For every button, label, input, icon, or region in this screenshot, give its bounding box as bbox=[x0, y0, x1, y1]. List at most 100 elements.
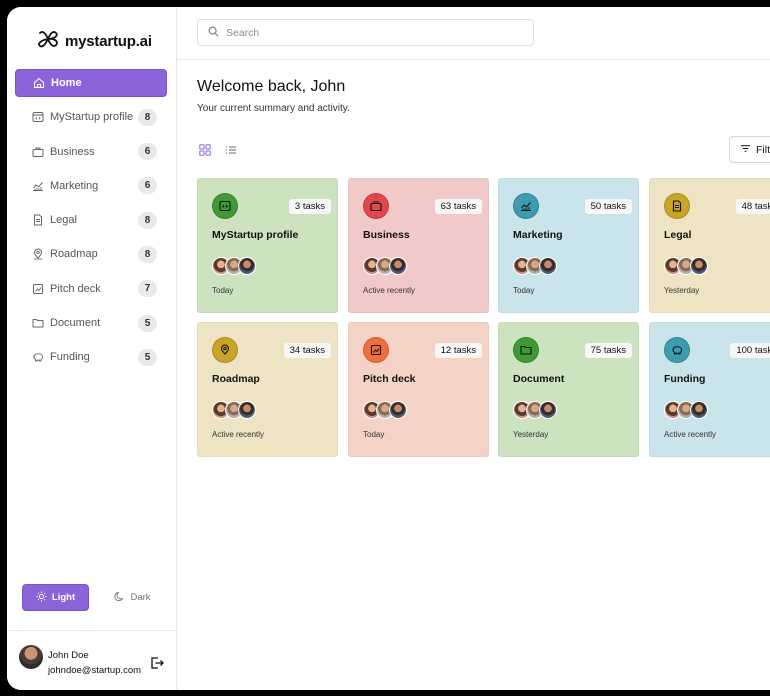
sidebar-item-legal[interactable]: Legal 8 bbox=[15, 206, 167, 234]
card-title: Document bbox=[513, 373, 565, 385]
card-document[interactable]: 75 tasks Document Yesterday bbox=[498, 322, 639, 457]
logout-icon[interactable] bbox=[150, 656, 164, 675]
count-badge: 8 bbox=[138, 211, 157, 229]
activity-status: Yesterday bbox=[664, 286, 700, 295]
sidebar-item-funding[interactable]: Funding 5 bbox=[15, 343, 167, 371]
activity-status: Yesterday bbox=[513, 430, 549, 439]
brand-name: mystartup.ai bbox=[65, 33, 152, 50]
moon-icon bbox=[114, 591, 125, 605]
card-title: Legal bbox=[664, 229, 692, 241]
activity-status: Today bbox=[513, 286, 535, 295]
sidebar-item-label: Roadmap bbox=[50, 248, 98, 261]
activity-status: Active recently bbox=[363, 286, 416, 295]
avatar bbox=[690, 401, 708, 419]
card-title: Roadmap bbox=[212, 373, 260, 385]
avatar-group bbox=[664, 401, 708, 419]
page-title: Welcome back, John bbox=[197, 78, 346, 95]
filter-icon bbox=[740, 143, 751, 157]
count-badge: 8 bbox=[138, 245, 157, 263]
avatar[interactable] bbox=[19, 645, 43, 669]
grid-view-icon[interactable] bbox=[199, 143, 211, 161]
avatar bbox=[539, 401, 557, 419]
light-mode-button[interactable]: Light bbox=[22, 584, 89, 611]
document-icon bbox=[32, 214, 44, 226]
sidebar-item-home[interactable]: Home bbox=[15, 69, 167, 97]
task-count: 12 tasks bbox=[434, 343, 482, 358]
sidebar-item-business[interactable]: Business 6 bbox=[15, 138, 167, 166]
avatar bbox=[389, 401, 407, 419]
avatar-group bbox=[513, 257, 557, 275]
task-count: 50 tasks bbox=[584, 199, 632, 214]
dark-mode-button[interactable]: Dark bbox=[99, 584, 166, 611]
avatar-group bbox=[212, 401, 256, 419]
card-title: Business bbox=[363, 229, 410, 241]
document-icon bbox=[664, 193, 690, 219]
sidebar-item-roadmap[interactable]: Roadmap 8 bbox=[15, 240, 167, 268]
filter-button[interactable]: Filt bbox=[729, 136, 770, 163]
folder-icon bbox=[32, 317, 44, 329]
card-legal[interactable]: 48 tasks Legal Yesterday bbox=[649, 178, 770, 313]
count-badge: 6 bbox=[138, 177, 157, 195]
sidebar-item-label: Business bbox=[50, 145, 95, 158]
sidebar-item-label: Pitch deck bbox=[50, 282, 101, 295]
task-count: 63 tasks bbox=[434, 199, 482, 214]
activity-status: Active recently bbox=[212, 430, 265, 439]
sidebar-item-label: MyStartup profile bbox=[50, 111, 134, 124]
location-pin-icon bbox=[32, 248, 44, 260]
card-title: Funding bbox=[664, 373, 706, 385]
task-count: 75 tasks bbox=[584, 343, 632, 358]
card-marketing[interactable]: 50 tasks Marketing Today bbox=[498, 178, 639, 313]
sidebar-item-marketing[interactable]: Marketing 6 bbox=[15, 172, 167, 200]
avatar-group bbox=[363, 257, 407, 275]
logo[interactable]: mystartup.ai bbox=[37, 30, 152, 53]
profile-icon bbox=[32, 111, 44, 123]
avatar-group bbox=[664, 257, 708, 275]
sidebar-item-pitch-deck[interactable]: Pitch deck 7 bbox=[15, 275, 167, 303]
dark-mode-label: Dark bbox=[130, 592, 151, 603]
piggy-bank-icon bbox=[32, 351, 44, 363]
light-mode-label: Light bbox=[51, 592, 76, 603]
home-icon bbox=[33, 77, 45, 89]
card-title: Pitch deck bbox=[363, 373, 416, 385]
count-badge: 7 bbox=[138, 280, 157, 298]
card-roadmap[interactable]: 34 tasks Roadmap Active recently bbox=[197, 322, 338, 457]
sidebar-item-label: Marketing bbox=[50, 179, 99, 192]
search-input[interactable] bbox=[226, 26, 506, 39]
task-count: 48 tasks bbox=[735, 199, 770, 214]
filter-label: Filt bbox=[756, 143, 770, 156]
card-funding[interactable]: 100 tasks Funding Active recently bbox=[649, 322, 770, 457]
sidebar-item-label: Document bbox=[50, 317, 101, 330]
activity-status: Today bbox=[363, 430, 385, 439]
view-switcher bbox=[199, 143, 237, 161]
avatar bbox=[238, 401, 256, 419]
sidebar-item-document[interactable]: Document 5 bbox=[15, 309, 167, 337]
card-title: MyStartup profile bbox=[212, 229, 299, 241]
sidebar-item-mystartup-profile[interactable]: MyStartup profile 8 bbox=[15, 103, 167, 131]
search-box[interactable] bbox=[197, 19, 534, 46]
count-badge: 6 bbox=[138, 143, 157, 161]
presentation-icon bbox=[363, 337, 389, 363]
activity-status: Active recently bbox=[664, 430, 717, 439]
count-badge: 5 bbox=[138, 348, 157, 366]
piggy-bank-icon bbox=[664, 337, 690, 363]
list-view-icon[interactable] bbox=[225, 143, 237, 161]
card-business[interactable]: 63 tasks Business Active recently bbox=[348, 178, 489, 313]
user-email: johndoe@startup.com bbox=[48, 665, 142, 676]
avatar bbox=[389, 257, 407, 275]
card-pitch-deck[interactable]: 12 tasks Pitch deck Today bbox=[348, 322, 489, 457]
theme-toggle: Light Dark bbox=[22, 584, 166, 611]
briefcase-icon bbox=[363, 193, 389, 219]
presentation-icon bbox=[32, 283, 44, 295]
card-mystartup-profile[interactable]: 3 tasks MyStartup profile Today bbox=[197, 178, 338, 313]
search-icon bbox=[208, 24, 219, 42]
avatar-group bbox=[513, 401, 557, 419]
briefcase-icon bbox=[32, 146, 44, 158]
page-subtitle: Your current summary and activity. bbox=[197, 103, 350, 114]
sidebar-item-label: Home bbox=[51, 77, 82, 89]
location-pin-icon bbox=[212, 337, 238, 363]
sidebar-item-label: Funding bbox=[50, 351, 90, 364]
task-count: 100 tasks bbox=[730, 343, 770, 358]
folder-icon bbox=[513, 337, 539, 363]
avatar bbox=[238, 257, 256, 275]
count-badge: 8 bbox=[138, 108, 157, 126]
